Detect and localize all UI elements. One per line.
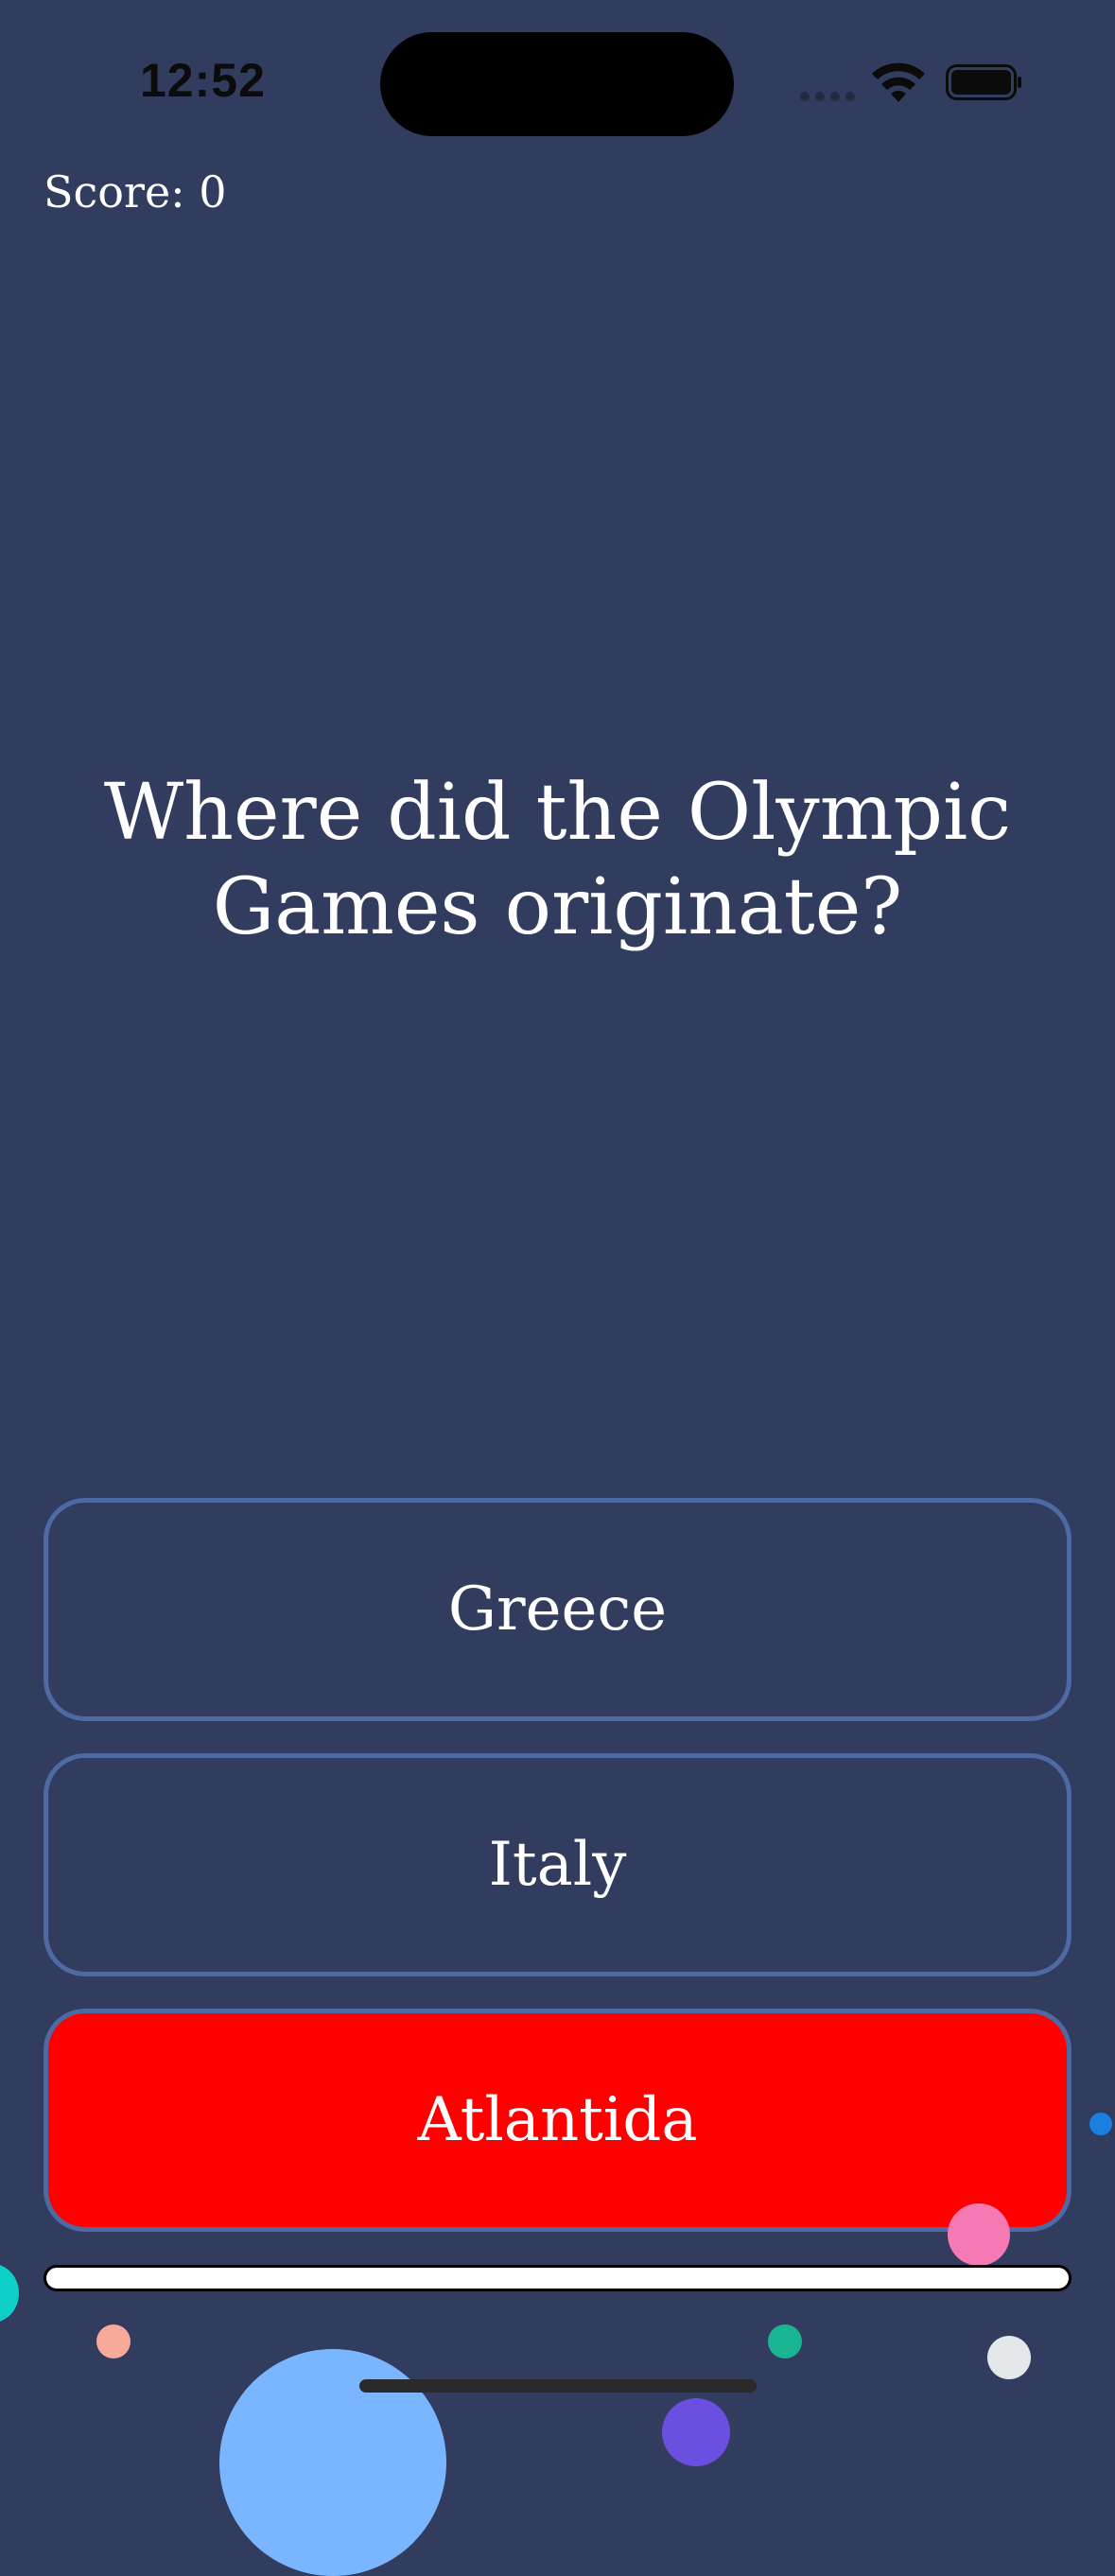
- answer-button-italy[interactable]: Italy: [44, 1753, 1071, 1976]
- battery-icon: [946, 64, 1021, 100]
- home-indicator[interactable]: [359, 2379, 757, 2393]
- confetti-dot: [1089, 2113, 1112, 2135]
- score-label: Score: 0: [44, 166, 227, 218]
- confetti-dot: [948, 2203, 1010, 2266]
- dynamic-island: [380, 32, 734, 136]
- answer-button-greece[interactable]: Greece: [44, 1498, 1071, 1721]
- cellular-signal-icon: [800, 92, 855, 101]
- status-time: 12:52: [140, 54, 266, 107]
- confetti-dot: [768, 2324, 802, 2358]
- wifi-icon: [872, 62, 925, 102]
- question-text: Where did the Olympic Games originate?: [103, 768, 1012, 952]
- confetti-dot: [987, 2336, 1031, 2379]
- confetti-dot: [662, 2398, 730, 2466]
- answer-button-atlantida[interactable]: Atlantida: [44, 2009, 1071, 2232]
- confetti-dot: [0, 2264, 19, 2323]
- status-bar: 12:52: [0, 0, 1115, 161]
- progress-bar: [44, 2265, 1071, 2291]
- confetti-dot: [96, 2324, 131, 2358]
